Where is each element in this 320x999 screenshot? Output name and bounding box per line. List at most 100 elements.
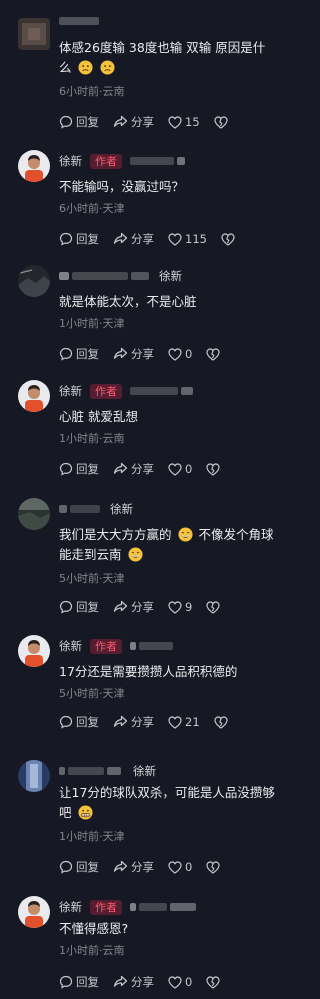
username-row: 徐新 作者 xyxy=(59,152,188,170)
username[interactable]: 徐新 xyxy=(59,153,82,169)
username-redacted xyxy=(72,272,128,280)
username-row: 徐新 作者 xyxy=(59,898,199,916)
like-button[interactable]: 0 xyxy=(168,462,192,476)
dislike-button[interactable] xyxy=(206,347,223,361)
avatar[interactable] xyxy=(18,18,50,50)
username[interactable]: 徐新 xyxy=(110,501,133,517)
share-button[interactable]: 分享 xyxy=(113,114,154,130)
like-button[interactable]: 9 xyxy=(168,600,192,614)
dislike-button[interactable] xyxy=(206,860,223,874)
author-badge: 作者 xyxy=(90,899,122,915)
like-count: 15 xyxy=(185,115,200,129)
avatar[interactable] xyxy=(18,380,50,412)
comment-text: 不能输吗，没赢过吗？ xyxy=(59,179,185,194)
sad-face-emoji-icon xyxy=(77,60,93,75)
reply-label: 回复 xyxy=(76,715,99,729)
avatar[interactable] xyxy=(18,896,50,928)
reply-label: 回复 xyxy=(76,462,99,476)
dislike-button[interactable] xyxy=(214,715,231,729)
comment-meta: 1小时前·天津 xyxy=(59,830,125,843)
avatar[interactable] xyxy=(18,760,50,792)
reply-label: 回复 xyxy=(76,232,99,246)
reply-target-redacted xyxy=(130,903,136,911)
share-label: 分享 xyxy=(131,715,154,729)
reply-button[interactable]: 回复 xyxy=(59,114,99,130)
username[interactable]: 徐新 xyxy=(59,638,82,654)
avatar[interactable] xyxy=(18,498,50,530)
blurred-avatar-icon xyxy=(18,760,50,792)
like-button[interactable]: 21 xyxy=(168,715,200,729)
grinning-sweat-emoji-icon xyxy=(177,527,193,542)
like-count: 0 xyxy=(185,462,193,476)
like-button[interactable]: 0 xyxy=(168,347,192,361)
username[interactable]: 徐新 xyxy=(159,268,182,284)
username[interactable]: 徐新 xyxy=(133,763,156,779)
heart-icon xyxy=(168,975,182,989)
reply-button[interactable]: 回复 xyxy=(59,346,99,362)
reply-button[interactable]: 回复 xyxy=(59,461,99,477)
avatar[interactable] xyxy=(18,265,50,297)
username[interactable]: 徐新 xyxy=(59,383,82,399)
avatar[interactable] xyxy=(18,635,50,667)
dislike-button[interactable] xyxy=(206,462,223,476)
share-button[interactable]: 分享 xyxy=(113,859,154,875)
heart-icon xyxy=(168,600,182,614)
reply-icon xyxy=(59,860,73,874)
share-label: 分享 xyxy=(131,232,154,246)
comment-text: 心脏 就爱乱想 xyxy=(59,409,138,424)
reply-button[interactable]: 回复 xyxy=(59,859,99,875)
comment-actions: 回复 分享 0 xyxy=(59,460,223,478)
share-icon xyxy=(113,462,128,474)
grinning-sweat-emoji-icon xyxy=(127,547,143,562)
like-count: 21 xyxy=(185,715,200,729)
username-redacted xyxy=(68,767,104,775)
broken-heart-icon xyxy=(206,860,220,874)
reply-icon xyxy=(59,600,73,614)
username-redacted xyxy=(59,272,69,280)
share-button[interactable]: 分享 xyxy=(113,346,154,362)
player-avatar-icon xyxy=(18,896,50,928)
reply-label: 回复 xyxy=(76,975,99,989)
share-button[interactable]: 分享 xyxy=(113,599,154,615)
dislike-button[interactable] xyxy=(214,115,231,129)
share-icon xyxy=(113,600,128,612)
heart-icon xyxy=(168,232,182,246)
username-row: 徐新 xyxy=(59,267,182,285)
like-button[interactable]: 0 xyxy=(168,860,192,874)
dislike-button[interactable] xyxy=(221,232,238,246)
like-count: 0 xyxy=(185,860,193,874)
username-row xyxy=(59,12,102,30)
dislike-button[interactable] xyxy=(206,600,223,614)
reply-button[interactable]: 回复 xyxy=(59,714,99,730)
like-button[interactable]: 0 xyxy=(168,975,192,989)
landscape-avatar-icon xyxy=(18,265,50,297)
broken-heart-icon xyxy=(214,115,228,129)
share-button[interactable]: 分享 xyxy=(113,714,154,730)
grimacing-emoji-icon xyxy=(77,805,93,820)
username-row: 徐新 xyxy=(59,762,156,780)
like-button[interactable]: 15 xyxy=(168,115,200,129)
dislike-button[interactable] xyxy=(206,975,223,989)
reply-button[interactable]: 回复 xyxy=(59,231,99,247)
share-button[interactable]: 分享 xyxy=(113,461,154,477)
broken-heart-icon xyxy=(214,715,228,729)
comment-text: 不懂得感恩? xyxy=(59,921,129,936)
comment-meta: 1小时前·云南 xyxy=(59,944,125,957)
share-icon xyxy=(113,975,128,987)
share-button[interactable]: 分享 xyxy=(113,974,154,990)
sad-face-emoji-icon xyxy=(100,60,116,75)
share-icon xyxy=(113,232,128,244)
share-button[interactable]: 分享 xyxy=(113,231,154,247)
username[interactable]: 徐新 xyxy=(59,899,82,915)
avatar[interactable] xyxy=(18,150,50,182)
comment-meta: 5小时前·天津 xyxy=(59,687,125,700)
player-avatar-icon xyxy=(18,380,50,412)
like-button[interactable]: 115 xyxy=(168,232,207,246)
reply-label: 回复 xyxy=(76,347,99,361)
author-badge: 作者 xyxy=(90,383,122,399)
reply-target-redacted xyxy=(130,642,136,650)
reply-target-redacted xyxy=(130,387,178,395)
username-redacted xyxy=(131,272,149,280)
reply-button[interactable]: 回复 xyxy=(59,974,99,990)
reply-button[interactable]: 回复 xyxy=(59,599,99,615)
